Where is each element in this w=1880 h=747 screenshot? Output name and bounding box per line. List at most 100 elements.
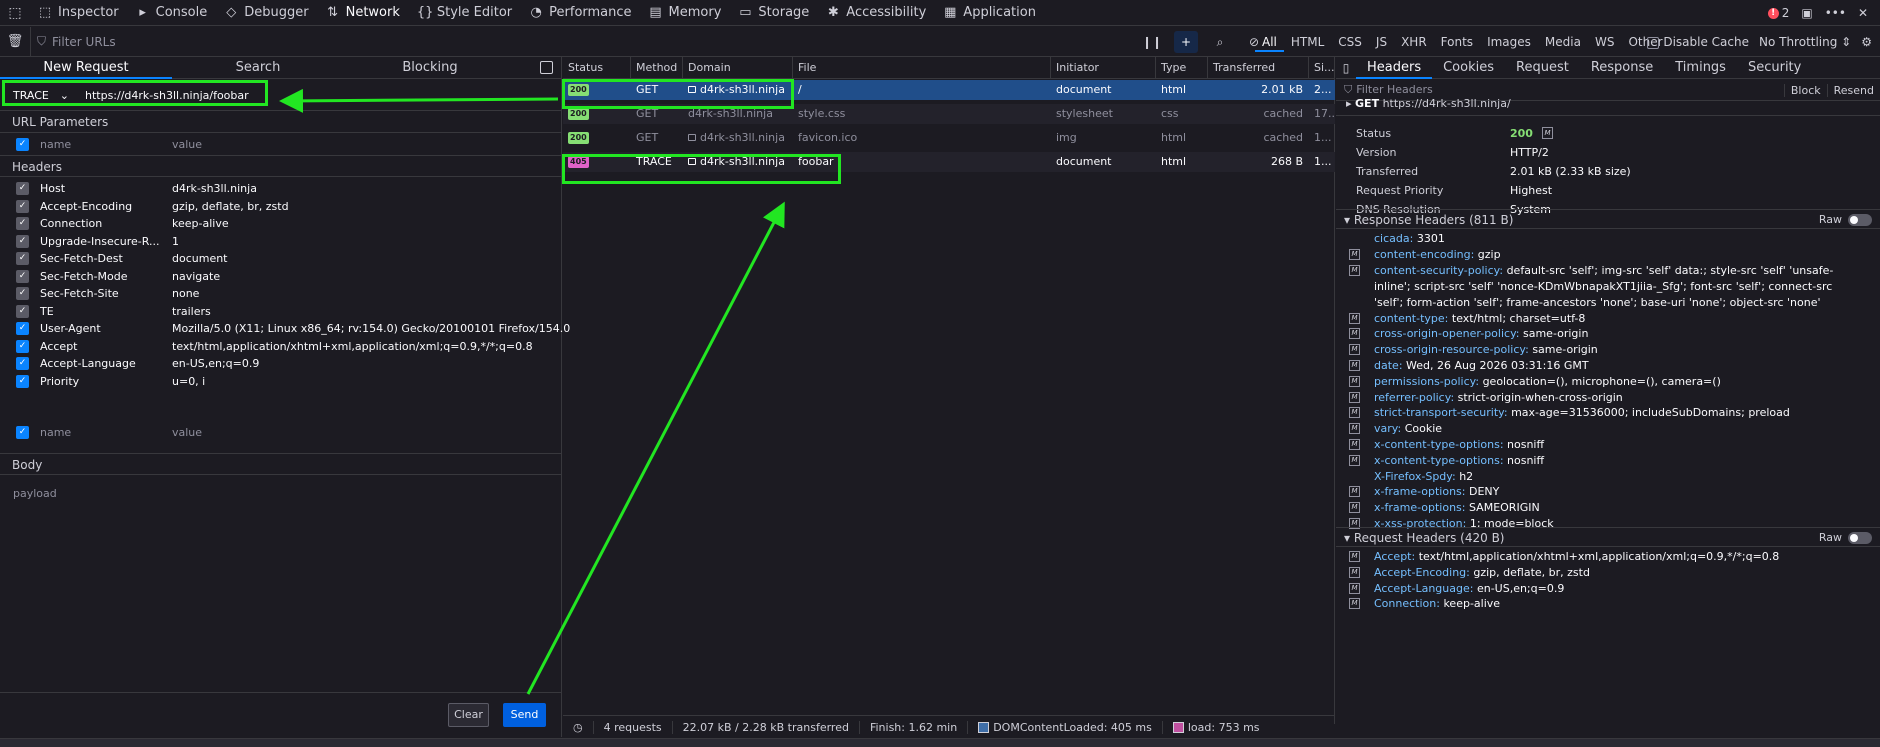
header-name[interactable]: Accept-Language (40, 357, 136, 370)
header-value[interactable]: trailers (172, 305, 211, 318)
type-filter-all[interactable]: All (1255, 32, 1284, 52)
header-name[interactable]: Accept-Encoding (40, 200, 132, 213)
tab-new-request[interactable]: New Request (0, 57, 172, 79)
column-header-type[interactable]: Type (1156, 57, 1208, 79)
type-filter-js[interactable]: JS (1369, 32, 1394, 52)
tab-inspector[interactable]: ⬚ Inspector (30, 0, 128, 26)
tab-cookies[interactable]: Cookies (1432, 57, 1505, 79)
checkbox-checked-icon[interactable]: ✓ (16, 269, 29, 283)
tab-memory[interactable]: ▤ Memory (641, 0, 731, 26)
tab-style-editor[interactable]: {} Style Editor (409, 0, 521, 26)
throttling-select[interactable]: No Throttling ⇕ (1759, 35, 1851, 49)
settings-gear-icon[interactable]: ⚙ (1861, 35, 1872, 49)
response-headers-heading[interactable]: ▾ Response Headers (811 B) Raw (1336, 209, 1880, 229)
tab-performance[interactable]: ◔ Performance (521, 0, 640, 26)
dock-side-icon[interactable]: ▣ (1801, 6, 1812, 20)
type-filter-ws[interactable]: WS (1588, 32, 1621, 52)
mdn-link-icon[interactable]: M (1349, 344, 1360, 356)
header-name[interactable]: Connection (40, 217, 102, 230)
header-value[interactable]: Mozilla/5.0 (X11; Linux x86_64; rv:154.0… (172, 322, 570, 335)
checkbox-checked-icon[interactable]: ✓ (16, 339, 29, 353)
tab-request[interactable]: Request (1505, 57, 1580, 79)
header-value[interactable]: 1 (172, 235, 179, 248)
request-headers-heading[interactable]: ▾ Request Headers (420 B) Raw (1336, 527, 1880, 547)
checkbox-checked-icon[interactable]: ✓ (16, 217, 29, 230)
search-icon[interactable]: ⌕ (1208, 31, 1232, 53)
mdn-link-icon[interactable]: M (1349, 582, 1360, 594)
body-textarea[interactable]: payload (0, 477, 562, 687)
header-value[interactable]: keep-alive (172, 217, 229, 230)
checkbox-checked-icon[interactable]: ✓ (16, 374, 29, 388)
mdn-link-icon[interactable]: M (1349, 551, 1360, 562)
type-filter-html[interactable]: HTML (1284, 32, 1331, 52)
mdn-link-icon[interactable]: M (1349, 454, 1360, 466)
column-header-domain[interactable]: Domain (683, 57, 793, 79)
header-name-input[interactable]: name (40, 426, 71, 439)
tab-application[interactable]: ▦ Application (935, 0, 1045, 26)
header-value[interactable]: u=0, i (172, 375, 205, 388)
checkbox-checked-icon[interactable]: ✓ (16, 199, 29, 213)
mdn-link-icon[interactable]: M (1349, 598, 1360, 610)
tab-accessibility[interactable]: ✱ Accessibility (818, 0, 935, 26)
header-name[interactable]: Accept (40, 340, 78, 353)
checkbox-checked-icon[interactable]: ✓ (16, 138, 29, 151)
checkbox-checked-icon[interactable]: ✓ (16, 304, 29, 318)
header-name[interactable]: Sec-Fetch-Site (40, 287, 119, 300)
type-filter-fonts[interactable]: Fonts (1434, 32, 1480, 52)
header-value[interactable]: d4rk-sh3ll.ninja (172, 182, 257, 195)
pause-icon[interactable]: ❙❙ (1140, 31, 1164, 53)
header-value[interactable]: en-US,en;q=0.9 (172, 357, 259, 370)
tab-network[interactable]: ⇅ Network (318, 0, 409, 26)
type-filter-images[interactable]: Images (1480, 32, 1538, 52)
type-filter-media[interactable]: Media (1538, 32, 1588, 52)
disable-cache-checkbox[interactable]: Disable Cache (1647, 35, 1749, 49)
header-value[interactable]: text/html,application/xhtml+xml,applicat… (172, 340, 533, 353)
column-header-si[interactable]: Si... (1309, 57, 1335, 79)
mdn-link-icon[interactable]: M (1349, 423, 1360, 435)
param-value-input[interactable]: value (172, 138, 202, 151)
mdn-link-icon[interactable]: M (1349, 391, 1360, 403)
checkbox-checked-icon[interactable]: ✓ (16, 252, 29, 265)
checkbox-checked-icon[interactable]: ✓ (16, 182, 29, 195)
header-name[interactable]: Sec-Fetch-Mode (40, 270, 128, 283)
checkbox-checked-icon[interactable]: ✓ (16, 234, 29, 248)
more-options-icon[interactable]: ••• (1825, 6, 1846, 20)
checkbox-checked-icon[interactable]: ✓ (16, 322, 29, 335)
mdn-link-icon[interactable]: M (1349, 264, 1360, 276)
mdn-link-icon[interactable]: M (1349, 502, 1360, 514)
mdn-link-icon[interactable]: M (1542, 127, 1553, 139)
request-summary-line[interactable]: ▸ GET https://d4rk-sh3ll.ninja/ (1346, 97, 1511, 110)
clear-button[interactable]: Clear (448, 703, 489, 727)
mdn-link-icon[interactable]: M (1349, 566, 1360, 578)
raw-toggle[interactable]: Raw (1819, 528, 1872, 548)
mdn-link-icon[interactable]: M (1349, 439, 1360, 450)
raw-toggle[interactable]: Raw (1819, 210, 1872, 230)
element-picker-icon[interactable]: ⬚ (0, 0, 30, 26)
tab-response[interactable]: Response (1580, 57, 1664, 79)
request-row[interactable]: 200 GET d4rk-sh3ll.ninja favicon.ico img html… (563, 128, 1335, 148)
header-value[interactable]: none (172, 287, 199, 300)
tab-storage[interactable]: ▭ Storage (730, 0, 818, 26)
filter-urls-input[interactable]: ⛉ Filter URLs (30, 26, 1130, 57)
close-icon[interactable]: ✕ (1858, 6, 1868, 20)
tab-console[interactable]: ▸ Console (128, 0, 217, 26)
checkbox-checked-icon[interactable]: ✓ (16, 357, 29, 370)
column-header-initiator[interactable]: Initiator (1051, 57, 1156, 79)
tab-search[interactable]: Search (172, 57, 344, 79)
header-name[interactable]: Upgrade-Insecure-R... (40, 235, 160, 248)
column-header-status[interactable]: Status (563, 57, 631, 79)
tab-timings[interactable]: Timings (1664, 57, 1737, 79)
new-request-icon[interactable]: + (1174, 31, 1198, 53)
mdn-link-icon[interactable]: M (1349, 486, 1360, 498)
sidebar-toggle-icon[interactable] (540, 61, 553, 74)
column-header-transferred[interactable]: Transferred (1208, 57, 1309, 79)
mdn-link-icon[interactable]: M (1349, 248, 1360, 260)
resend-button[interactable]: Resend (1826, 83, 1874, 97)
tab-security[interactable]: Security (1737, 57, 1812, 79)
type-filter-css[interactable]: CSS (1331, 32, 1369, 52)
header-name[interactable]: Priority (40, 375, 79, 388)
mdn-link-icon[interactable]: M (1349, 328, 1360, 340)
checkbox-checked-icon[interactable]: ✓ (16, 287, 29, 300)
panel-toggle-icon[interactable]: ▯ (1336, 61, 1356, 75)
tab-blocking[interactable]: Blocking (344, 57, 516, 79)
